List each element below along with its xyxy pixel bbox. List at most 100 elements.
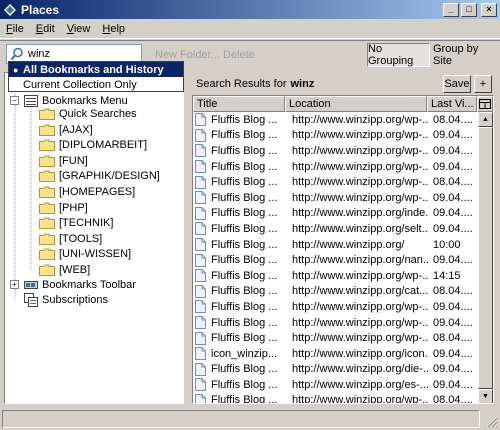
menu-view[interactable]: View bbox=[61, 23, 97, 35]
cell-location: http://www.winzipp.org/wp-... bbox=[292, 300, 429, 313]
scroll-thumb[interactable] bbox=[478, 127, 493, 389]
menu-file[interactable]: File bbox=[0, 23, 30, 35]
new-folder-button[interactable]: New Folder... bbox=[155, 49, 220, 61]
tree-item-folder[interactable]: [DIPLOMARBEIT] bbox=[39, 137, 147, 153]
tree-item-folder[interactable]: [HOMEPAGES] bbox=[39, 184, 135, 200]
minimize-button[interactable]: _ bbox=[443, 2, 459, 17]
tree-item-folder[interactable]: [TECHNIK] bbox=[39, 215, 113, 231]
results-list[interactable]: Title Location Last Vi... Fluffis Blog .… bbox=[192, 95, 494, 404]
column-title[interactable]: Title bbox=[193, 96, 285, 112]
folder-icon bbox=[39, 186, 55, 198]
table-row[interactable]: Fluffis Blog ... http://www.winzipp.org/e… bbox=[193, 377, 477, 393]
minimize-icon: _ bbox=[448, 4, 454, 14]
add-button[interactable]: + bbox=[474, 75, 492, 93]
scroll-down-button[interactable]: ▼ bbox=[478, 389, 493, 403]
search-icon[interactable] bbox=[10, 47, 24, 61]
cell-last-visited: 08.04.... bbox=[433, 176, 473, 189]
column-last-visited-label: Last Vi... bbox=[431, 98, 474, 110]
tree-item-subscriptions[interactable]: Subscriptions bbox=[24, 292, 108, 308]
menu-edit[interactable]: Edit bbox=[30, 23, 61, 35]
tree-item-folder[interactable]: [PHP] bbox=[39, 200, 88, 216]
table-row[interactable]: Fluffis Blog ... http://www.winzipp.org/w… bbox=[193, 174, 477, 190]
tree-item-bookmarks-toolbar[interactable]: + Bookmarks Toolbar bbox=[10, 277, 136, 293]
table-row[interactable]: Fluffis Blog ... http://www.winzipp.org/w… bbox=[193, 268, 477, 284]
table-row[interactable]: Fluffis Blog ... http://www.winzipp.org/s… bbox=[193, 221, 477, 237]
table-row[interactable]: icon_winzip... http://www.winzipp.org/ico… bbox=[193, 346, 477, 362]
folder-icon bbox=[39, 248, 55, 261]
tree-item-folder[interactable]: [GRAPHIK/DESIGN] bbox=[39, 168, 160, 184]
resize-grip-icon[interactable] bbox=[484, 414, 498, 428]
cell-title: Fluffis Blog ... bbox=[193, 284, 289, 298]
scope-current-collection[interactable]: Current Collection Only bbox=[9, 77, 183, 92]
table-row[interactable]: Fluffis Blog ... http://www.winzipp.org/n… bbox=[193, 252, 477, 268]
cell-last-visited: 09.04.... bbox=[433, 378, 473, 391]
title-bar[interactable]: Places _ □ × bbox=[0, 0, 500, 19]
search-input[interactable] bbox=[28, 48, 128, 60]
page-icon bbox=[195, 331, 206, 345]
tree-item-folder[interactable]: [FUN] bbox=[39, 153, 88, 169]
pane-splitter[interactable] bbox=[186, 72, 190, 404]
no-grouping-button[interactable]: No Grouping bbox=[367, 43, 430, 67]
scope-all-bookmarks-history[interactable]: ● All Bookmarks and History bbox=[9, 62, 183, 77]
row-title: icon_winzip... bbox=[211, 347, 278, 360]
cell-last-visited: 09.04.... bbox=[433, 160, 473, 173]
row-title: Fluffis Blog ... bbox=[211, 316, 278, 329]
radio-bullet-icon: ● bbox=[13, 64, 19, 75]
cell-title: Fluffis Blog ... bbox=[193, 238, 289, 252]
cell-location: http://www.winzipp.org/cat... bbox=[292, 285, 429, 298]
table-row[interactable]: Fluffis Blog ... http://www.winzipp.org/w… bbox=[193, 315, 477, 331]
table-row[interactable]: Fluffis Blog ... http://www.winzipp.org/i… bbox=[193, 206, 477, 222]
table-row[interactable]: Fluffis Blog ... http://www.winzipp.org/w… bbox=[193, 299, 477, 315]
save-search-button[interactable]: Save bbox=[443, 75, 471, 93]
page-icon bbox=[195, 300, 206, 314]
close-button[interactable]: × bbox=[481, 2, 497, 17]
tree-item-folder[interactable]: [AJAX] bbox=[39, 122, 93, 138]
cell-title: Fluffis Blog ... bbox=[193, 128, 289, 142]
tree-item-label: [AJAX] bbox=[59, 123, 93, 136]
menu-view-label: iew bbox=[73, 22, 91, 35]
cell-last-visited: 08.04.... bbox=[433, 113, 473, 126]
status-bar bbox=[0, 408, 500, 430]
table-row[interactable]: Fluffis Blog ... http://www.winzipp.org/w… bbox=[193, 143, 477, 159]
expand-icon[interactable]: + bbox=[10, 280, 19, 289]
table-row[interactable]: Fluffis Blog ... http://www.winzipp.org/w… bbox=[193, 159, 477, 175]
cell-location: http://www.winzipp.org/wp-... bbox=[292, 144, 429, 157]
tree-item-label: [TOOLS] bbox=[59, 232, 103, 245]
table-row[interactable]: Fluffis Blog ... http://www.winzipp.org/w… bbox=[193, 190, 477, 206]
table-row[interactable]: Fluffis Blog ... http://www.winzipp.org/c… bbox=[193, 284, 477, 300]
column-location[interactable]: Location bbox=[285, 96, 427, 112]
table-row[interactable]: Fluffis Blog ... http://www.winzipp.org/1… bbox=[193, 237, 477, 253]
collapse-icon[interactable]: − bbox=[10, 96, 19, 105]
row-title: Fluffis Blog ... bbox=[211, 300, 278, 313]
column-picker-button[interactable] bbox=[477, 96, 493, 112]
tree-item-folder[interactable]: [WEB] bbox=[39, 262, 90, 278]
tree-item-folder[interactable]: Quick Searches bbox=[39, 106, 137, 122]
menu-help[interactable]: Help bbox=[96, 23, 131, 35]
tree-item-folder[interactable]: [UNI-WISSEN] bbox=[39, 246, 131, 262]
folder-icon bbox=[39, 124, 55, 136]
scroll-up-button[interactable]: ▲ bbox=[478, 112, 493, 127]
table-row[interactable]: Fluffis Blog ... http://www.winzipp.org/w… bbox=[193, 112, 477, 128]
tree-item-folder[interactable]: [TOOLS] bbox=[39, 231, 102, 247]
table-row[interactable]: Fluffis Blog ... http://www.winzipp.org/w… bbox=[193, 330, 477, 346]
table-row[interactable]: Fluffis Blog ... http://www.winzipp.org/w… bbox=[193, 128, 477, 144]
vertical-scrollbar[interactable]: ▲ ▼ bbox=[478, 112, 493, 403]
column-last-visited[interactable]: Last Vi... bbox=[427, 96, 477, 112]
tree-item-label: Quick Searches bbox=[59, 108, 137, 120]
bookmarks-toolbar-icon bbox=[24, 281, 38, 289]
page-icon bbox=[195, 144, 206, 158]
cell-location: http://www.winzipp.org/nan... bbox=[292, 254, 429, 267]
folder-icon bbox=[39, 155, 55, 167]
maximize-button[interactable]: □ bbox=[461, 2, 477, 17]
row-title: Fluffis Blog ... bbox=[211, 394, 278, 404]
delete-button[interactable]: Delete bbox=[223, 49, 255, 61]
table-row[interactable]: Fluffis Blog ... http://www.winzipp.org/d… bbox=[193, 362, 477, 378]
folder-icon bbox=[39, 233, 55, 245]
table-row[interactable]: Fluffis Blog ... http://www.winzipp.org/w… bbox=[193, 393, 477, 404]
bookmarks-tree[interactable]: − Bookmarks Menu Quick Searches [AJAX] [… bbox=[4, 72, 184, 404]
cell-title: Fluffis Blog ... bbox=[193, 160, 289, 174]
group-by-site-button[interactable]: Group by Site bbox=[433, 43, 498, 67]
menu-file-accel: F bbox=[6, 22, 13, 35]
row-title: Fluffis Blog ... bbox=[211, 191, 278, 204]
cell-last-visited: 09.04.... bbox=[433, 222, 473, 235]
